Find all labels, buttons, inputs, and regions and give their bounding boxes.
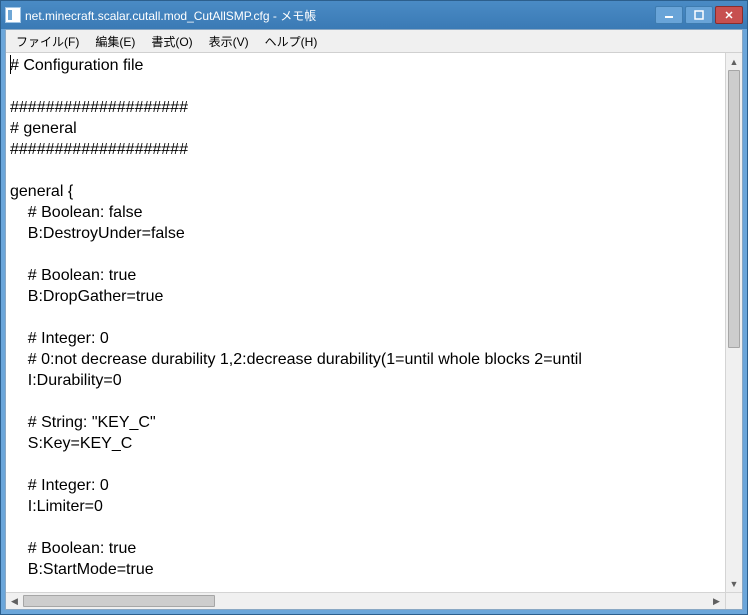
- scroll-left-arrow-icon[interactable]: ◀: [6, 593, 23, 609]
- scroll-up-arrow-icon[interactable]: ▲: [726, 53, 742, 70]
- client-area: # Configuration file ###################…: [6, 53, 742, 609]
- scroll-corner: [725, 592, 742, 609]
- scroll-down-arrow-icon[interactable]: ▼: [726, 575, 742, 592]
- minimize-button[interactable]: [655, 6, 683, 24]
- minimize-icon: [664, 10, 674, 20]
- menu-format[interactable]: 書式(O): [143, 31, 200, 52]
- horizontal-scroll-thumb[interactable]: [23, 595, 215, 607]
- close-icon: [724, 10, 734, 20]
- menu-help[interactable]: ヘルプ(H): [257, 31, 326, 52]
- vertical-scroll-track[interactable]: [726, 70, 742, 575]
- vertical-scroll-thumb[interactable]: [728, 70, 740, 348]
- scroll-right-arrow-icon[interactable]: ▶: [708, 593, 725, 609]
- text-caret: [10, 55, 11, 74]
- menu-view[interactable]: 表示(V): [201, 31, 257, 52]
- titlebar[interactable]: net.minecraft.scalar.cutall.mod_CutAllSM…: [1, 1, 747, 29]
- vertical-scrollbar[interactable]: ▲ ▼: [725, 53, 742, 592]
- maximize-icon: [694, 10, 704, 20]
- window-title: net.minecraft.scalar.cutall.mod_CutAllSM…: [25, 7, 655, 24]
- maximize-button[interactable]: [685, 6, 713, 24]
- close-button[interactable]: [715, 6, 743, 24]
- inner-frame: ファイル(F) 編集(E) 書式(O) 表示(V) ヘルプ(H) # Confi…: [5, 29, 743, 610]
- menu-edit[interactable]: 編集(E): [87, 31, 143, 52]
- horizontal-scrollbar[interactable]: ◀ ▶: [6, 592, 725, 609]
- window-buttons: [655, 6, 743, 24]
- text-editor[interactable]: # Configuration file ###################…: [6, 53, 725, 592]
- menu-file[interactable]: ファイル(F): [8, 31, 87, 52]
- notepad-icon: [5, 7, 21, 23]
- menubar: ファイル(F) 編集(E) 書式(O) 表示(V) ヘルプ(H): [6, 30, 742, 53]
- horizontal-scroll-track[interactable]: [23, 593, 708, 609]
- notepad-window: net.minecraft.scalar.cutall.mod_CutAllSM…: [0, 0, 748, 615]
